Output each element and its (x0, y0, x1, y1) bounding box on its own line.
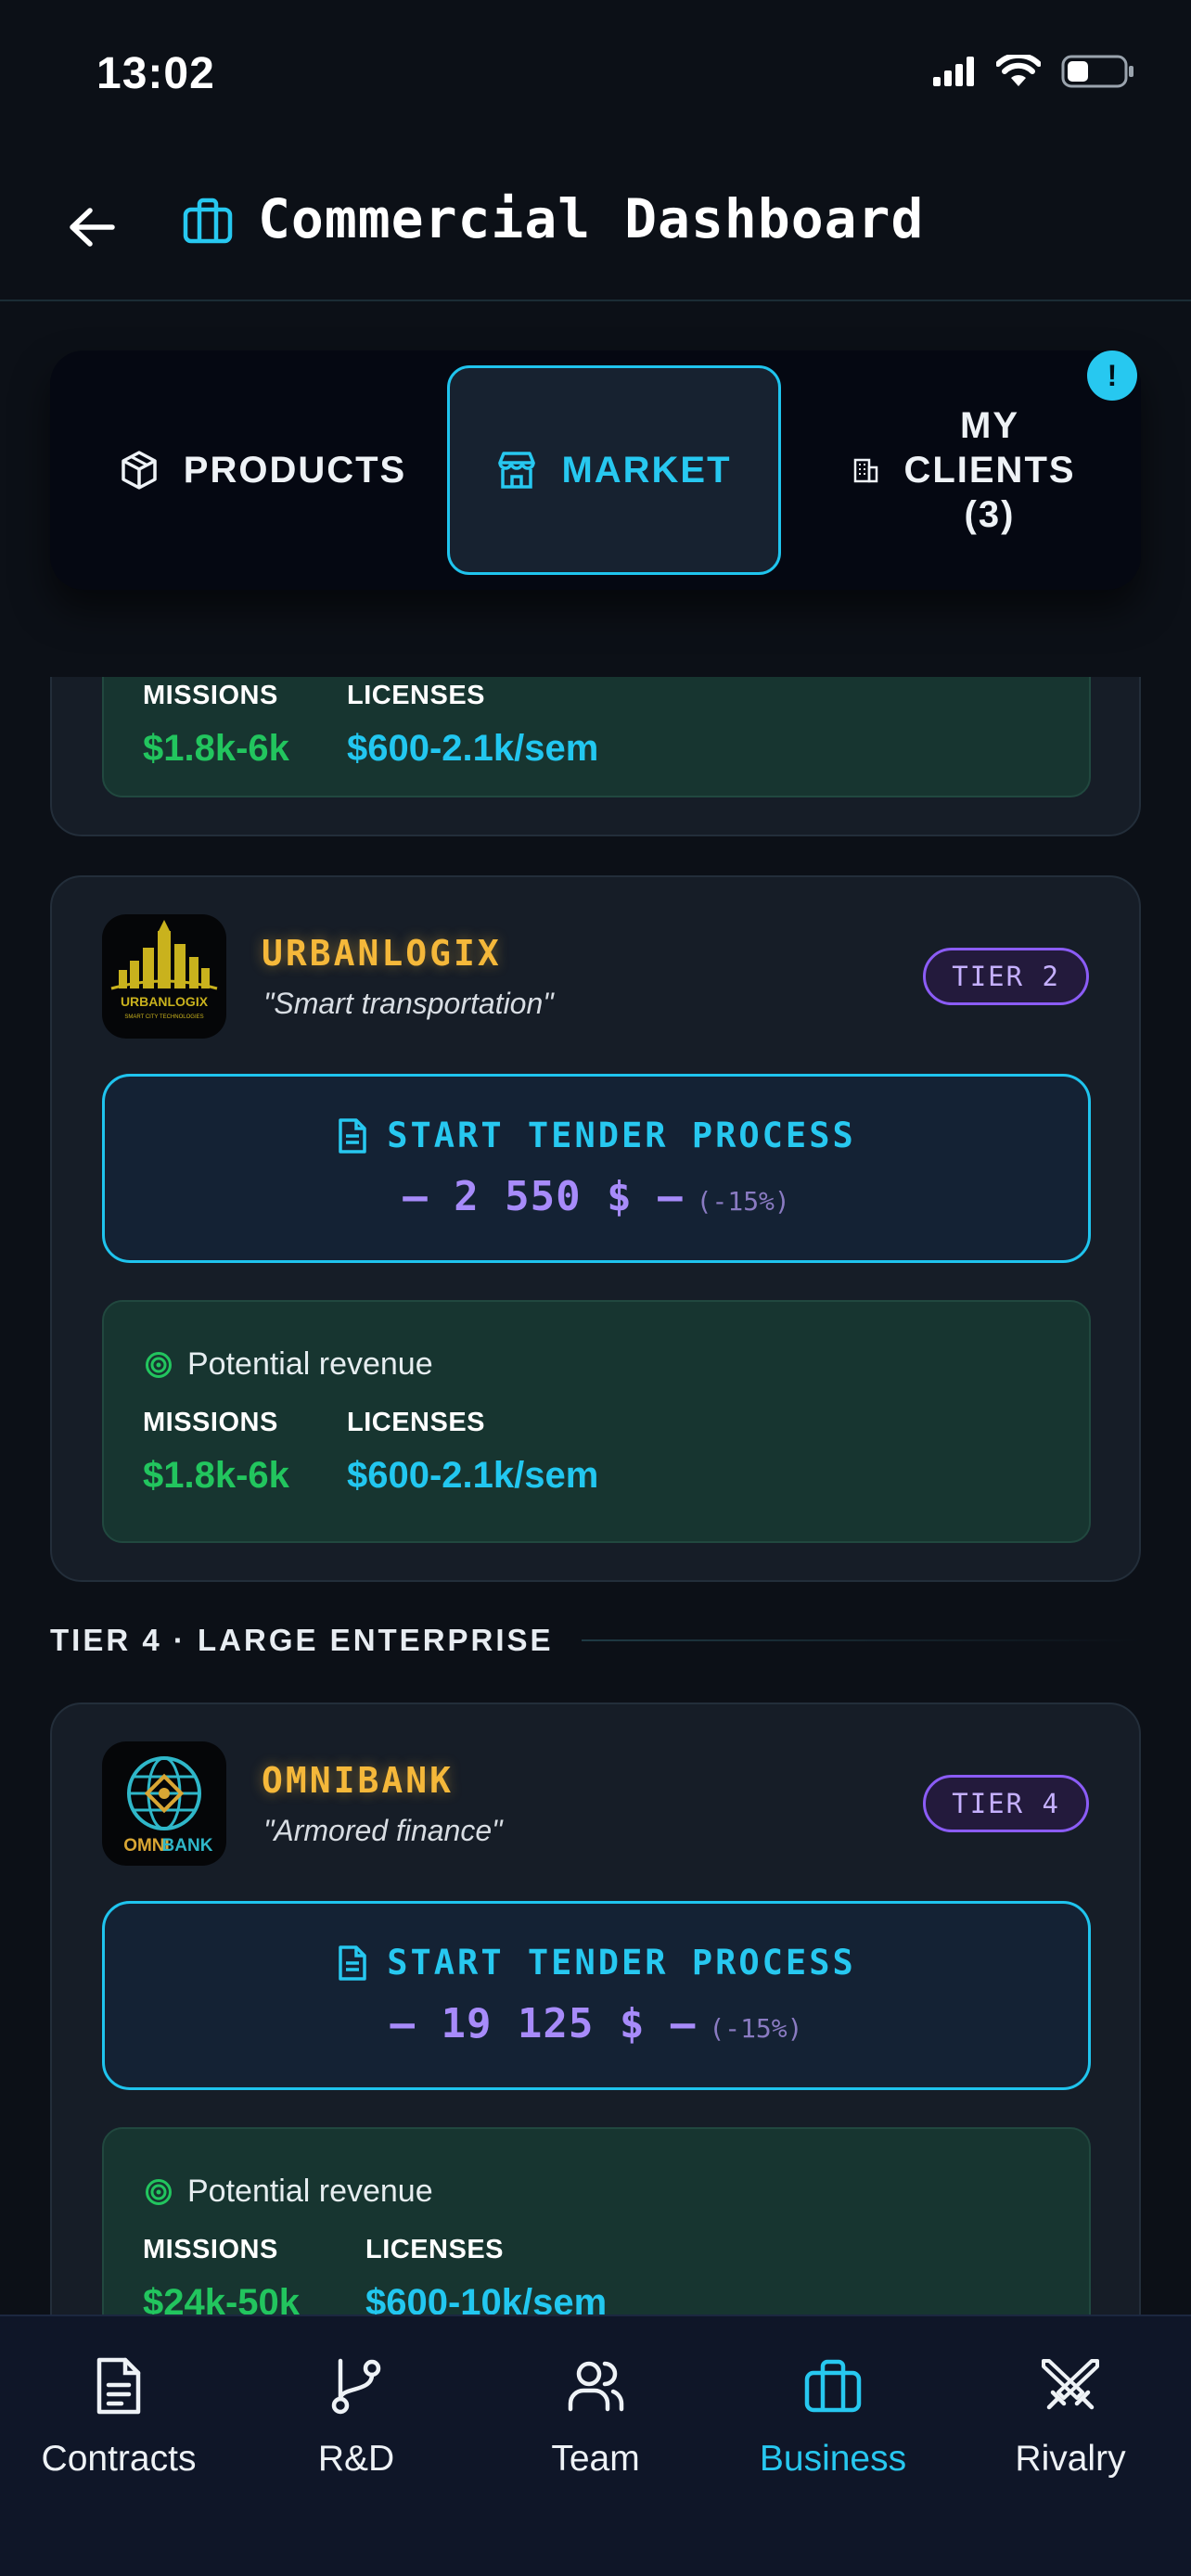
revenue-panel: MISSIONS $1.8k-6k LICENSES $600-2.1k/sem (102, 677, 1091, 797)
arrow-left-icon (70, 208, 115, 247)
company-card: URBANLOGIX SMART CITY TECHNOLOGIES URBAN… (50, 875, 1141, 1582)
company-card-partial: MISSIONS $1.8k-6k LICENSES $600-2.1k/sem (50, 677, 1141, 836)
tier-badge: TIER 2 (923, 948, 1089, 1005)
tender-discount: (-15%) (709, 2013, 803, 2044)
git-branch-icon (331, 2358, 381, 2415)
missions-column: MISSIONS $1.8k-6k (143, 681, 289, 770)
missions-column: MISSIONS $1.8k-6k (143, 1408, 289, 1497)
status-time: 13:02 (96, 49, 215, 98)
status-bar: 13:02 (0, 0, 1191, 148)
crossed-swords-icon (1042, 2359, 1099, 2410)
nav-rivalry[interactable]: Rivalry (952, 2337, 1189, 2522)
company-logo: OMNI BANK (102, 1741, 226, 1866)
target-icon (146, 2178, 172, 2205)
market-tabs: PRODUCTS MARKET MY CLIENTS (3) ! (50, 351, 1141, 590)
section-header: TIER 4 · LARGE ENTERPRISE (50, 1623, 1141, 1658)
company-name: OMNIBANK (262, 1760, 455, 1801)
missions-label: MISSIONS (143, 2235, 278, 2264)
section-title: TIER 4 · LARGE ENTERPRISE (50, 1623, 554, 1657)
nav-label: Team (551, 2439, 640, 2479)
bottom-navigation: Contracts R&D Team Business Rivalry (0, 2315, 1191, 2576)
tab-label-line: MY (960, 405, 1019, 446)
document-icon (339, 1117, 366, 1154)
missions-label: MISSIONS (143, 681, 278, 710)
missions-column: MISSIONS $24k-50k (143, 2235, 300, 2315)
nav-rnd[interactable]: R&D (237, 2337, 475, 2522)
missions-value: $1.8k-6k (143, 1455, 289, 1496)
tab-products[interactable]: PRODUCTS (63, 367, 462, 573)
wifi-icon (996, 55, 1041, 86)
licenses-label: LICENSES (365, 2235, 505, 2264)
tender-discount: (-15%) (696, 1186, 790, 1217)
nav-label: Business (759, 2439, 907, 2479)
licenses-value: $600-10k/sem (365, 2282, 608, 2315)
nav-team[interactable]: Team (477, 2337, 714, 2522)
tab-label-line: (3) (964, 494, 1016, 535)
company-tagline: "Armored finance" (263, 1814, 503, 1847)
start-tender-button[interactable]: START TENDER PROCESS — 2 550 $ — (-15%) (102, 1074, 1091, 1263)
licenses-value: $600-2.1k/sem (347, 1455, 599, 1496)
licenses-column: LICENSES $600-2.1k/sem (347, 1408, 598, 1497)
building-icon (854, 458, 878, 483)
start-tender-button[interactable]: START TENDER PROCESS — 19 125 $ — (-15%) (102, 1901, 1091, 2090)
tab-label: MY CLIENTS (3) (903, 403, 1075, 537)
tab-label: PRODUCTS (183, 449, 407, 491)
document-icon (96, 2357, 141, 2415)
tab-market[interactable]: MARKET (447, 365, 781, 575)
nav-label: Contracts (41, 2439, 197, 2479)
tender-label: START TENDER PROCESS (387, 1116, 856, 1155)
missions-value: $24k-50k (143, 2282, 301, 2315)
licenses-column: LICENSES $600-2.1k/sem (347, 681, 598, 770)
city-skyline-icon: URBANLOGIX SMART CITY TECHNOLOGIES (110, 920, 218, 1020)
tab-my-clients[interactable]: MY CLIENTS (3) (792, 367, 1135, 573)
tab-label-line: CLIENTS (903, 450, 1076, 491)
nav-business[interactable]: Business (714, 2337, 952, 2522)
revenue-title: Potential revenue (187, 1346, 433, 1382)
users-icon (568, 2361, 624, 2412)
tab-label: MARKET (561, 449, 732, 491)
nav-label: R&D (317, 2439, 395, 2479)
target-icon (146, 1351, 172, 1378)
briefcase-icon (183, 198, 233, 244)
page-title: Commercial Dashboard (258, 187, 925, 250)
notification-badge: ! (1087, 351, 1137, 401)
battery-icon (1061, 55, 1133, 88)
missions-label: MISSIONS (143, 1408, 278, 1437)
app-header: Commercial Dashboard (0, 148, 1191, 301)
cube-icon (122, 451, 157, 490)
globe-emblem-icon: OMNI BANK (123, 1756, 213, 1855)
revenue-panel: Potential revenue MISSIONS $24k-50k LICE… (102, 2127, 1091, 2315)
company-card: OMNI BANK OMNIBANK "Armored finance" TIE… (50, 1702, 1141, 2315)
licenses-label: LICENSES (347, 1408, 486, 1437)
logo-text: URBANLOGIX (121, 994, 209, 1009)
missions-value: $1.8k-6k (143, 728, 289, 769)
tender-price: — 2 550 $ — (403, 1173, 684, 1220)
tender-label: START TENDER PROCESS (387, 1943, 856, 1983)
back-button[interactable] (59, 195, 124, 260)
logo-text-b: BANK (162, 1836, 213, 1855)
briefcase-icon (804, 2359, 862, 2413)
section-divider (581, 1639, 1141, 1641)
company-logo: URBANLOGIX SMART CITY TECHNOLOGIES (102, 914, 226, 1039)
cellular-signal-icon (933, 57, 974, 86)
logo-subtext: SMART CITY TECHNOLOGIES (124, 1014, 203, 1020)
tier-badge: TIER 4 (923, 1775, 1089, 1832)
company-tagline: "Smart transportation" (263, 987, 554, 1020)
store-icon (498, 452, 536, 489)
licenses-label: LICENSES (347, 681, 486, 710)
tender-price: — 19 125 $ — (390, 2000, 697, 2047)
revenue-panel: Potential revenue MISSIONS $1.8k-6k LICE… (102, 1300, 1091, 1543)
status-icons (933, 54, 1135, 89)
revenue-title: Potential revenue (187, 2174, 433, 2209)
document-icon (339, 1945, 366, 1981)
company-name: URBANLOGIX (262, 933, 502, 974)
licenses-column: LICENSES $600-10k/sem (365, 2235, 607, 2315)
licenses-value: $600-2.1k/sem (347, 728, 599, 769)
market-list[interactable]: MISSIONS $1.8k-6k LICENSES $600-2.1k/sem (0, 677, 1191, 2315)
nav-label: Rivalry (1015, 2439, 1126, 2479)
nav-contracts[interactable]: Contracts (0, 2337, 237, 2522)
